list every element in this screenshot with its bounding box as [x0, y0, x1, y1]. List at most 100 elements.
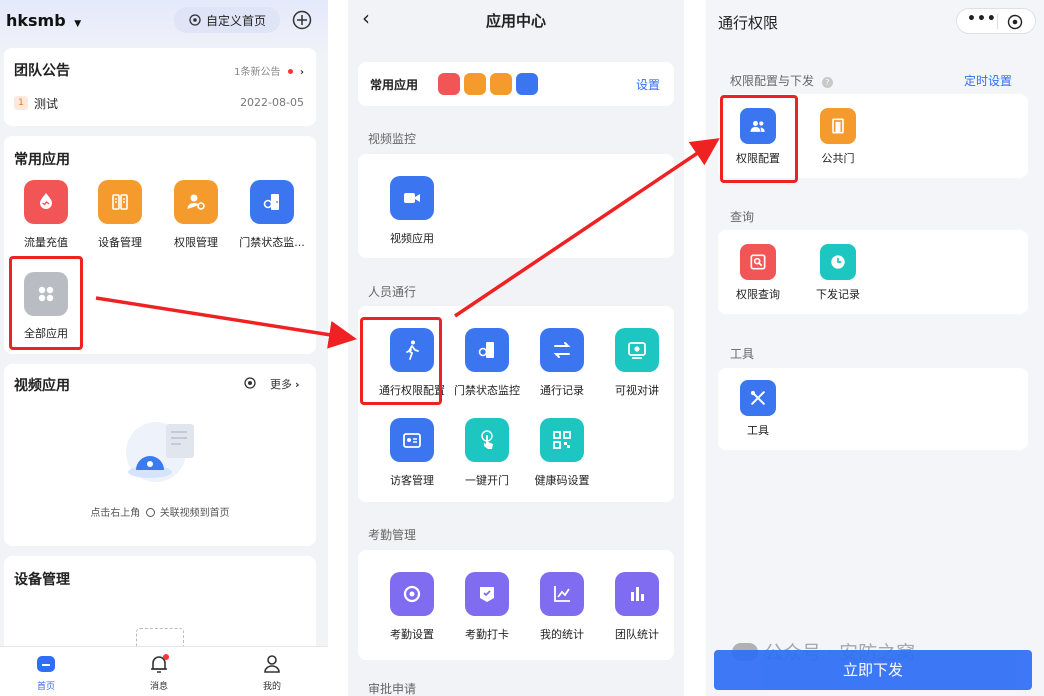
access-permission-screen: 通行权限 ••• 权限配置与下发 ? 定时设置 权限配置 公共门 查询 权限查询… [706, 0, 1044, 696]
notice-date: 2022-08-05 [240, 96, 304, 109]
help-icon[interactable]: ? [821, 77, 833, 88]
section-title: 审批申请 [368, 682, 417, 696]
add-icon[interactable] [292, 10, 312, 30]
app-label: 公共门 [821, 152, 855, 165]
common-apps-preview [438, 73, 542, 95]
door-status-monitor-icon[interactable] [465, 328, 509, 372]
device-management-icon[interactable] [98, 180, 142, 224]
app-label: 视频应用 [390, 232, 434, 245]
my-stats-icon[interactable] [540, 572, 584, 616]
tab-home[interactable]: 首页 [22, 653, 70, 692]
section-title: 考勤管理 [368, 528, 417, 542]
health-code-icon[interactable] [540, 418, 584, 462]
tab-profile[interactable]: 我的 [248, 653, 296, 692]
issue-record-icon[interactable] [820, 244, 856, 280]
team-switcher[interactable]: hksmb ▼ [6, 11, 81, 30]
traffic-recharge-mini-icon [438, 73, 460, 95]
video-app-icon[interactable] [390, 176, 434, 220]
team-name: hksmb [6, 11, 66, 30]
settings-icon [189, 14, 201, 26]
app-label: 流量充值 [24, 236, 68, 249]
timed-settings-link[interactable]: 定时设置 [964, 72, 1012, 89]
page-title: 应用中心 [485, 12, 546, 30]
target-icon [244, 377, 256, 389]
customize-home-button[interactable]: 自定义首页 [174, 7, 280, 33]
visitor-management-icon[interactable] [390, 418, 434, 462]
capsule-menu: ••• [956, 8, 1036, 34]
app-label: 下发记录 [816, 288, 860, 301]
attendance-settings-icon[interactable] [390, 572, 434, 616]
team-notice-card[interactable]: 团队公告 1条新公告 › 1 测试 2022-08-05 [4, 48, 316, 126]
unread-dot [287, 69, 293, 74]
section-title: 权限配置与下发 ? [730, 72, 833, 89]
section-title: 查询 [730, 210, 755, 224]
app-label: 健康码设置 [534, 474, 590, 487]
permission-mini-icon [490, 73, 512, 95]
video-apps-title: 视频应用 [14, 378, 70, 394]
new-notice-badge[interactable]: 1条新公告 › [234, 63, 304, 78]
tools-card: 工具 [718, 368, 1028, 450]
more-link[interactable]: 更多 › [270, 376, 300, 392]
section-title: 人员通行 [368, 285, 417, 299]
common-apps-bar: 常用应用 设置 [358, 62, 674, 106]
app-label: 设备管理 [98, 236, 142, 249]
app-label: 门禁状态监控 [454, 384, 520, 397]
traffic-recharge-icon[interactable] [24, 180, 68, 224]
page-title: 通行权限 [718, 14, 779, 32]
home-screen: hksmb ▼ 自定义首页 团队公告 1条新公告 › 1 测试 2022-08-… [0, 0, 328, 696]
empty-state-illustration [126, 422, 194, 482]
access-record-icon[interactable] [540, 328, 584, 372]
app-label: 可视对讲 [615, 384, 659, 397]
highlight-box [9, 256, 83, 350]
clock-in-icon[interactable] [465, 572, 509, 616]
highlight-box [720, 95, 798, 183]
notice-tag: 1 [14, 96, 28, 110]
notice-item-title: 测试 [34, 97, 59, 111]
device-mini-icon [464, 73, 486, 95]
device-card-title: 设备管理 [14, 572, 70, 588]
permission-management-icon[interactable] [174, 180, 218, 224]
app-label: 团队统计 [615, 628, 659, 641]
public-door-icon[interactable] [820, 108, 856, 144]
video-intercom-icon[interactable] [615, 328, 659, 372]
chevron-down-icon: ▼ [74, 19, 82, 29]
one-key-open-icon[interactable] [465, 418, 509, 462]
section-title: 视频监控 [368, 132, 417, 146]
tab-bar: 首页 消息 我的 [0, 646, 328, 696]
app-label: 权限管理 [174, 236, 218, 249]
app-label: 访客管理 [390, 474, 434, 487]
door-status-icon[interactable] [250, 180, 294, 224]
door-mini-icon [516, 73, 538, 95]
tools-icon[interactable] [740, 380, 776, 416]
permission-query-icon[interactable] [740, 244, 776, 280]
common-apps-title: 常用应用 [14, 152, 70, 168]
more-icon[interactable]: ••• [967, 11, 997, 27]
user-icon [264, 655, 280, 673]
app-label: 一键开门 [465, 474, 509, 487]
close-icon[interactable] [1007, 14, 1023, 30]
settings-link[interactable]: 设置 [636, 76, 660, 93]
notice-title: 团队公告 [14, 63, 70, 79]
team-stats-icon[interactable] [615, 572, 659, 616]
chevron-right-icon: › [295, 378, 300, 391]
video-apps-card: 视频应用 更多 › 点击右上角 关联视频到首页 [4, 364, 316, 546]
highlight-box [360, 317, 442, 405]
app-center-screen: ‹ 应用中心 常用应用 设置 视频监控 视频应用 人员通行 通行权限配置 门禁状… [348, 0, 684, 696]
chevron-right-icon: › [299, 67, 304, 78]
tab-messages[interactable]: 消息 [135, 653, 183, 692]
home-icon [37, 656, 55, 672]
app-label: 我的统计 [540, 628, 584, 641]
app-label: 考勤打卡 [465, 628, 509, 641]
section-title: 工具 [730, 347, 755, 361]
video-section-card: 视频应用 [358, 154, 674, 258]
app-label: 工具 [747, 424, 769, 437]
query-card: 权限查询 下发记录 [718, 230, 1028, 314]
attendance-section-card: 考勤设置 考勤打卡 我的统计 团队统计 [358, 550, 674, 660]
video-empty-hint: 点击右上角 关联视频到首页 [90, 508, 230, 519]
app-label: 通行记录 [540, 384, 584, 397]
app-label: 考勤设置 [390, 628, 434, 641]
target-icon [145, 508, 155, 517]
app-label: 门禁状态监... [239, 236, 305, 249]
issue-now-button[interactable]: 立即下发 [714, 650, 1032, 690]
customize-home-label: 自定义首页 [205, 13, 266, 28]
